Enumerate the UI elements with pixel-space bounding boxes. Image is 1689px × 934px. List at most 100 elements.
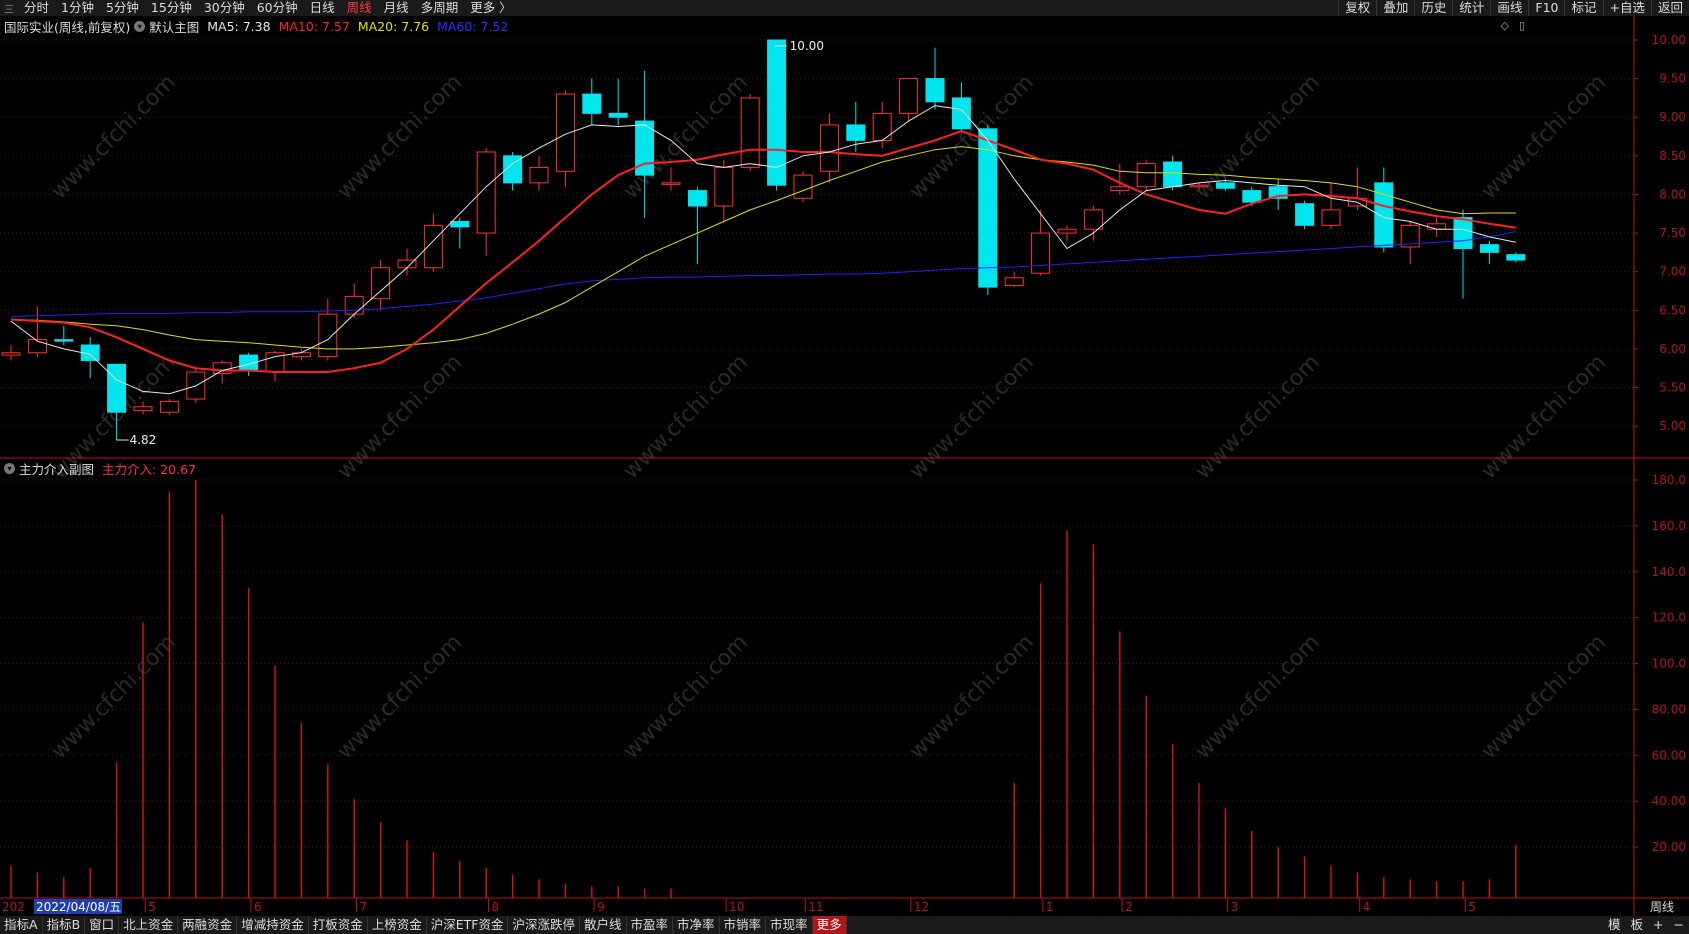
period-tab[interactable]: 多周期: [415, 0, 465, 16]
candle-body[interactable]: [1004, 277, 1024, 287]
chevron-down-icon[interactable]: ▾: [4, 462, 15, 474]
candle-body[interactable]: [1479, 244, 1499, 253]
period-tab[interactable]: 日线: [304, 0, 341, 16]
candle-body[interactable]: [133, 406, 153, 412]
indicator-tab[interactable]: 打板资金: [309, 916, 368, 934]
candle-body[interactable]: [899, 78, 919, 114]
candle-body[interactable]: [1136, 163, 1156, 188]
candle-body[interactable]: [1215, 182, 1235, 189]
template-button[interactable]: 模: [1603, 916, 1626, 934]
candle-body[interactable]: [1189, 184, 1209, 188]
menu-icon[interactable]: 三: [0, 1, 18, 16]
back-button[interactable]: 返回: [1650, 0, 1689, 16]
chart-canvas[interactable]: www.cfchi.com www.cfchi.com www.cfchi.com w…: [0, 0, 1689, 934]
indicator-tab[interactable]: 散户线: [580, 916, 627, 934]
draw-button[interactable]: 画线: [1490, 0, 1528, 16]
candle-body[interactable]: [1453, 217, 1473, 249]
period-tab[interactable]: 1分钟: [55, 0, 100, 16]
candle-body[interactable]: [951, 97, 971, 130]
candle-body[interactable]: [846, 124, 866, 141]
zoom-in-button[interactable]: +: [1648, 916, 1668, 934]
period-tab[interactable]: 60分钟: [251, 0, 304, 16]
candle-body[interactable]: [159, 400, 179, 413]
candle-body[interactable]: [371, 267, 391, 300]
window-icon[interactable]: ▯: [1519, 19, 1525, 32]
candle-body[interactable]: [212, 362, 232, 375]
candle-body[interactable]: [1427, 223, 1447, 230]
candle-body[interactable]: [1295, 203, 1315, 226]
candle-body[interactable]: [1321, 209, 1341, 226]
ma60-legend: MA60: 7.52: [437, 18, 509, 34]
indicator-tab[interactable]: 窗口: [85, 916, 120, 934]
sub-view-name[interactable]: 主力介入副图: [19, 459, 94, 478]
candle-body[interactable]: [1031, 232, 1051, 274]
candle-body[interactable]: [582, 93, 602, 114]
indicator-tab[interactable]: 沪深涨跌停: [508, 916, 580, 934]
period-label: 周线: [1650, 900, 1674, 914]
overlay-button[interactable]: 叠加: [1376, 0, 1414, 16]
indicator-tab[interactable]: 市现率: [766, 916, 813, 934]
x-axis-label: 5: [148, 900, 156, 914]
period-tab[interactable]: 5分钟: [100, 0, 145, 16]
candle-body[interactable]: [608, 112, 628, 118]
high-price-label: 10.00: [790, 39, 824, 53]
indicator-tab[interactable]: 上榜资金: [368, 916, 427, 934]
indicator-tab[interactable]: 增减持资金: [237, 916, 309, 934]
indicator-tab[interactable]: 市销率: [720, 916, 767, 934]
add-watchlist-button[interactable]: +自选: [1602, 0, 1651, 16]
zoom-out-button[interactable]: −: [1669, 916, 1689, 934]
x-axis-label: 12: [914, 900, 929, 914]
mark-button[interactable]: 标记: [1564, 0, 1602, 16]
diamond-icon[interactable]: ◇: [1501, 19, 1509, 32]
candle-body[interactable]: [767, 39, 787, 186]
candle-body[interactable]: [1506, 254, 1526, 261]
board-button[interactable]: 板: [1626, 916, 1649, 934]
candle-body[interactable]: [1110, 186, 1130, 192]
indicator-tab[interactable]: 指标A: [0, 916, 43, 934]
fuquan-button[interactable]: 复权: [1338, 0, 1376, 16]
candle-body[interactable]: [529, 166, 549, 184]
candle-body[interactable]: [450, 220, 470, 228]
candle-body[interactable]: [54, 339, 74, 342]
candle-body[interactable]: [687, 190, 707, 207]
period-tab[interactable]: 分时: [18, 0, 55, 16]
period-tab[interactable]: 月线: [378, 0, 415, 16]
candle-body[interactable]: [740, 97, 760, 168]
candle-body[interactable]: [714, 166, 734, 207]
candle-body[interactable]: [1163, 161, 1183, 188]
watermark-text: www.cfchi.com: [333, 630, 467, 764]
candle-body[interactable]: [1083, 209, 1103, 230]
indicator-tab[interactable]: 北上资金: [119, 916, 179, 934]
period-tab[interactable]: 30分钟: [198, 0, 251, 16]
indicator-tab[interactable]: 两融资金: [178, 916, 238, 934]
candle-body[interactable]: [793, 174, 813, 199]
indicator-tab[interactable]: 市净率: [673, 916, 720, 934]
ma20-line: [10, 146, 1516, 350]
f10-button[interactable]: F10: [1528, 0, 1564, 16]
chevron-down-icon[interactable]: ▾: [134, 20, 146, 32]
x-axis-label: 6: [254, 900, 262, 914]
indicator-tab-more[interactable]: 更多: [812, 916, 847, 934]
indicator-tab[interactable]: 指标B: [43, 916, 86, 934]
candle-body[interactable]: [925, 78, 945, 103]
candle-body[interactable]: [1, 352, 21, 356]
main-view-name[interactable]: 默认主图: [149, 17, 199, 36]
indicator-tab[interactable]: 沪深ETF资金: [427, 916, 509, 934]
candle-body[interactable]: [555, 93, 575, 172]
candle-body[interactable]: [318, 313, 338, 358]
candle-body[interactable]: [661, 182, 681, 185]
indicator-tab[interactable]: 市盈率: [627, 916, 674, 934]
candle-body[interactable]: [1057, 228, 1077, 234]
candle-body[interactable]: [1242, 190, 1262, 203]
bottom-right-buttons: 模 板 + −: [1603, 916, 1689, 934]
period-more[interactable]: 更多 〉: [464, 0, 517, 16]
stats-button[interactable]: 统计: [1452, 0, 1490, 16]
period-tab-weekly[interactable]: 周线: [341, 0, 378, 16]
candle-body[interactable]: [978, 128, 998, 288]
period-tab[interactable]: 15分钟: [145, 0, 198, 16]
y-tick-label: 6.50: [1659, 303, 1686, 317]
candle-body[interactable]: [344, 295, 364, 315]
candle-body[interactable]: [819, 124, 839, 172]
candle-body[interactable]: [107, 363, 127, 413]
history-button[interactable]: 历史: [1414, 0, 1452, 16]
